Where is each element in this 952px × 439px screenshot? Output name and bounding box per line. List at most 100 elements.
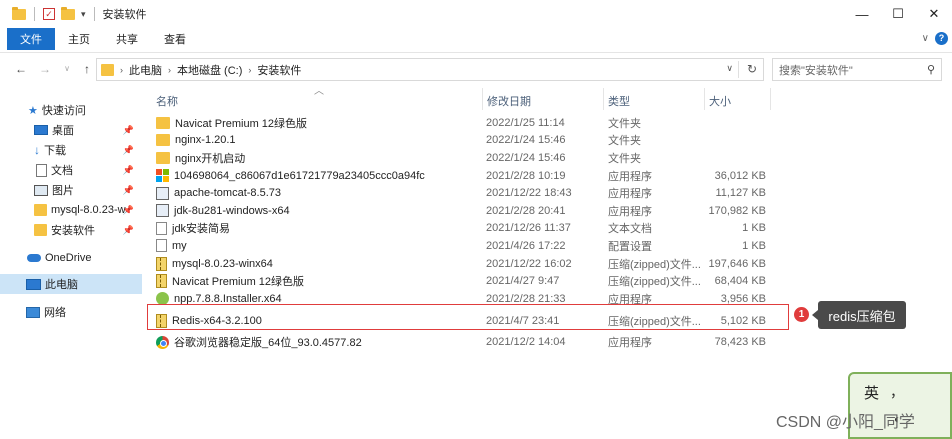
- zip-icon: [156, 274, 167, 289]
- nav-quick-access[interactable]: ★ 快速访问: [0, 100, 142, 120]
- column-divider[interactable]: [770, 88, 771, 110]
- file-size: 36,012 KB: [714, 169, 766, 182]
- column-header-size[interactable]: 大小: [709, 92, 731, 110]
- folder-icon: [34, 224, 47, 236]
- divider: [34, 7, 35, 21]
- file-type: 应用程序: [608, 170, 652, 183]
- chevron-right-icon[interactable]: ›: [248, 65, 251, 75]
- ime-punctuation[interactable]: ，: [890, 382, 904, 402]
- up-button[interactable]: ↑: [78, 62, 96, 76]
- folder-icon: [156, 116, 170, 129]
- nav-pictures[interactable]: 图片 📌: [0, 180, 142, 200]
- column-header-date[interactable]: 修改日期: [487, 92, 531, 110]
- file-row[interactable]: 104698064_c86067d1e61721779a23405ccc0a94…: [150, 167, 768, 185]
- zip-icon: [156, 256, 167, 271]
- tab-view[interactable]: 查看: [151, 28, 199, 50]
- file-row[interactable]: mysql-8.0.23-winx64 2021/12/22 16:02 压缩(…: [150, 255, 768, 273]
- file-size: 68,404 KB: [714, 275, 766, 288]
- customize-toolbar-icon[interactable]: ▾: [81, 9, 86, 20]
- breadcrumb-local-disk[interactable]: 本地磁盘 (C:): [177, 62, 242, 78]
- address-dropdown-icon[interactable]: ∨: [726, 63, 733, 74]
- file-row[interactable]: 谷歌浏览器稳定版_64位_93.0.4577.82 2021/12/2 14:0…: [150, 334, 768, 352]
- nav-label: 文档: [51, 165, 73, 177]
- nav-mysql-folder[interactable]: mysql-8.0.23-w 📌: [0, 200, 142, 220]
- search-box[interactable]: 搜索"安装软件" ⚲: [772, 58, 942, 81]
- column-header-name[interactable]: 名称: [156, 92, 178, 110]
- file-row[interactable]: Navicat Premium 12绿色版 2021/4/27 9:47 压缩(…: [150, 272, 768, 290]
- tab-file[interactable]: 文件: [7, 28, 55, 50]
- file-row[interactable]: apache-tomcat-8.5.73 2021/12/22 18:43 应用…: [150, 184, 768, 202]
- help-icon[interactable]: ?: [935, 32, 948, 45]
- column-divider[interactable]: [704, 88, 705, 110]
- nav-label: 安装软件: [51, 225, 95, 237]
- network-icon: [26, 306, 40, 318]
- ime-language[interactable]: 英: [864, 382, 879, 403]
- nav-label: 此电脑: [45, 279, 78, 291]
- file-date: 2022/1/24 15:46: [486, 134, 566, 147]
- nav-label: 下载: [44, 145, 66, 157]
- file-type: 文件夹: [608, 152, 641, 165]
- new-folder-icon[interactable]: [61, 6, 75, 20]
- file-name: nginx-1.20.1: [175, 134, 236, 147]
- forward-button[interactable]: →: [36, 62, 54, 76]
- back-button[interactable]: ←: [12, 62, 30, 76]
- desktop-icon: [34, 125, 48, 135]
- nav-documents[interactable]: 文档 📌: [0, 160, 142, 180]
- minimize-button[interactable]: —: [844, 0, 880, 28]
- pin-icon: 📌: [122, 204, 134, 215]
- file-row[interactable]: nginx-1.20.1 2022/1/24 15:46 文件夹: [150, 132, 768, 150]
- nav-onedrive[interactable]: OneDrive: [0, 248, 142, 268]
- tab-share[interactable]: 共享: [103, 28, 151, 50]
- file-type: 配置设置: [608, 240, 652, 253]
- search-icon[interactable]: ⚲: [927, 63, 935, 76]
- close-button[interactable]: ✕: [916, 0, 952, 28]
- nav-this-pc[interactable]: 此电脑: [0, 274, 142, 294]
- properties-icon[interactable]: ✓: [43, 8, 55, 20]
- nav-install-software[interactable]: 安装软件 📌: [0, 220, 142, 240]
- watermark: CSDN @小阳_同学: [776, 414, 915, 431]
- file-row[interactable]: nginx开机启动 2022/1/24 15:46 文件夹: [150, 149, 768, 167]
- file-size: 1 KB: [742, 222, 766, 235]
- recent-locations-icon[interactable]: ∨: [58, 64, 76, 73]
- file-name: my: [172, 239, 187, 252]
- file-date: 2022/1/25 11:14: [486, 116, 565, 129]
- breadcrumb-install-software[interactable]: 安装软件: [257, 62, 301, 78]
- chevron-right-icon[interactable]: ›: [168, 65, 171, 75]
- file-size: 78,423 KB: [714, 336, 766, 349]
- file-row[interactable]: jdk-8u281-windows-x64 2021/2/28 20:41 应用…: [150, 202, 768, 220]
- breadcrumb-this-pc[interactable]: 此电脑: [129, 62, 162, 78]
- file-date: 2021/2/28 10:19: [486, 169, 566, 182]
- nav-desktop[interactable]: 桌面 📌: [0, 120, 142, 140]
- pictures-icon: [34, 184, 48, 196]
- refresh-icon[interactable]: ↻: [747, 62, 757, 76]
- file-name: 谷歌浏览器稳定版_64位_93.0.4577.82: [174, 337, 362, 350]
- nav-network[interactable]: 网络: [0, 302, 142, 322]
- navigation-pane: ★ 快速访问 桌面 📌 ↓ 下载 📌 文档 📌 图片 📌 mysql-8.0.2…: [0, 96, 142, 439]
- chevron-right-icon[interactable]: ›: [120, 65, 123, 75]
- file-name: apache-tomcat-8.5.73: [174, 187, 282, 200]
- annotation-badge: 1: [794, 307, 809, 322]
- maximize-button[interactable]: ☐: [880, 0, 916, 28]
- file-name: 104698064_c86067d1e61721779a23405ccc0a94…: [174, 169, 425, 182]
- file-row[interactable]: Navicat Premium 12绿色版 2022/1/25 11:14 文件…: [150, 114, 768, 132]
- file-name: jdk安装简易: [172, 223, 231, 236]
- file-row[interactable]: my 2021/4/26 17:22 配置设置 1 KB: [150, 237, 768, 255]
- expand-ribbon-icon[interactable]: ∨: [922, 33, 929, 44]
- search-input[interactable]: 搜索"安装软件": [779, 62, 853, 78]
- nav-label: OneDrive: [45, 252, 92, 264]
- document-icon: [36, 163, 47, 177]
- column-header-type[interactable]: 类型: [608, 92, 630, 110]
- nav-downloads[interactable]: ↓ 下载 📌: [0, 140, 142, 160]
- app-icon: [156, 204, 169, 218]
- file-date: 2021/4/26 17:22: [486, 239, 566, 252]
- address-bar[interactable]: › 此电脑 › 本地磁盘 (C:) › 安装软件 ∨ ↻: [96, 58, 764, 81]
- file-name: nginx开机启动: [175, 152, 246, 165]
- folder-icon: [156, 151, 170, 164]
- column-divider[interactable]: [482, 88, 483, 110]
- chrome-icon: [156, 335, 169, 349]
- file-row[interactable]: jdk安装简易 2021/12/26 11:37 文本文档 1 KB: [150, 220, 768, 238]
- nav-label: 快速访问: [41, 105, 86, 117]
- column-divider[interactable]: [603, 88, 604, 110]
- folder-icon: [34, 204, 47, 216]
- tab-home[interactable]: 主页: [55, 28, 103, 50]
